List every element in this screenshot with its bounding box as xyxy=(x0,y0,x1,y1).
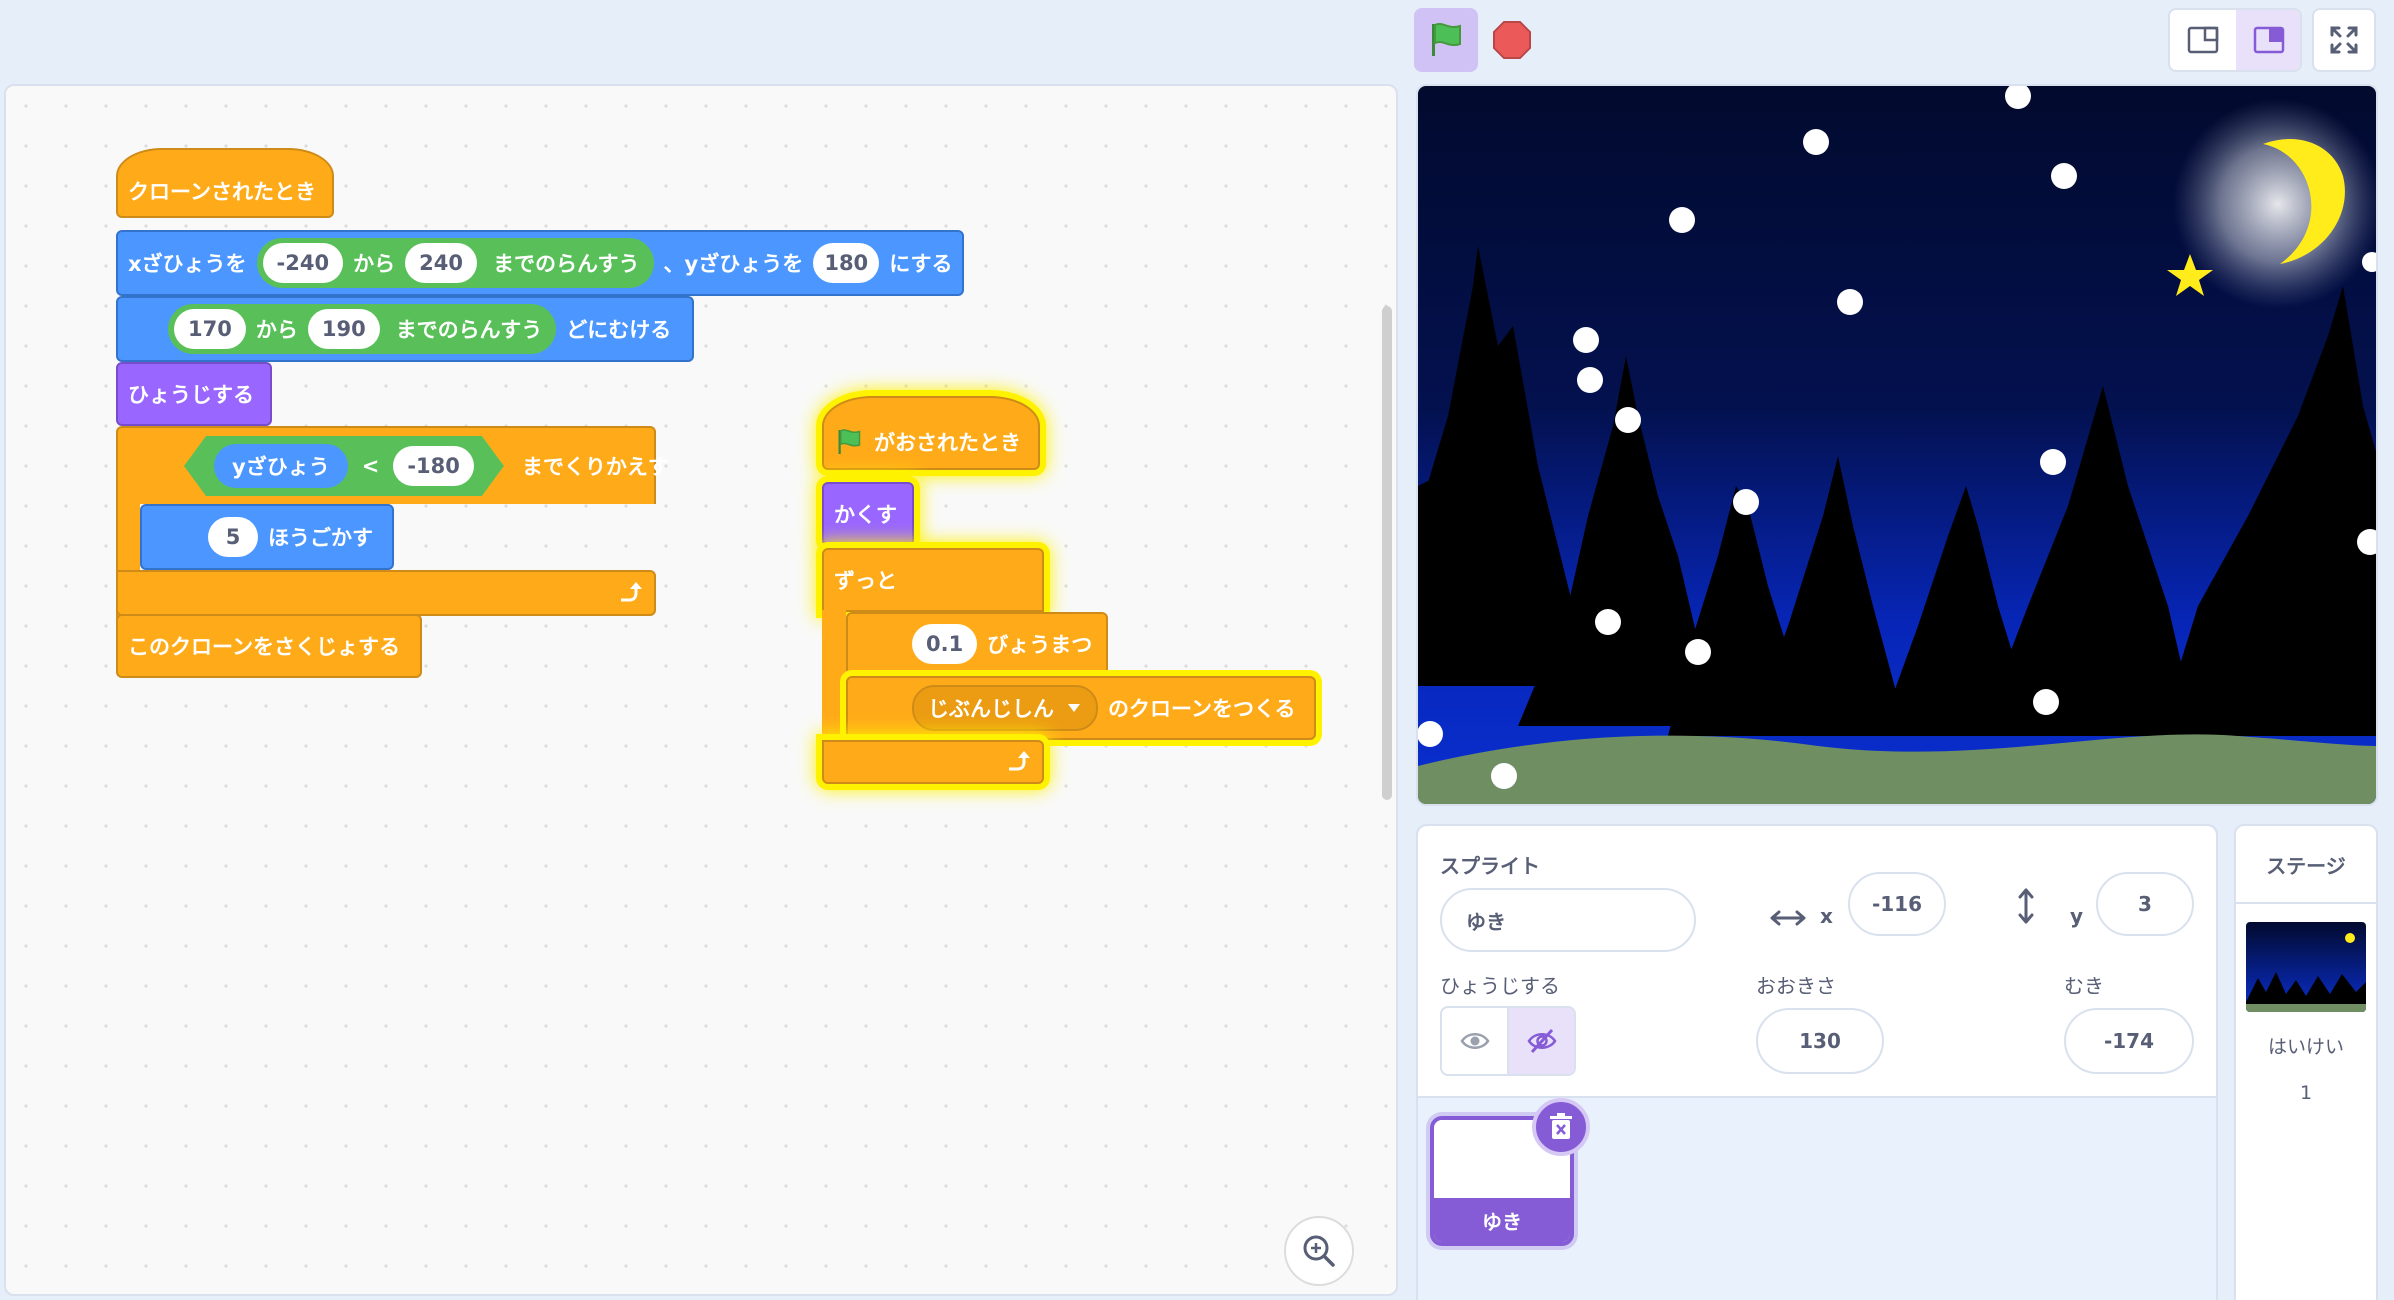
y-label: y xyxy=(2070,904,2084,928)
moon-glow xyxy=(2173,99,2376,309)
code-area-scrollbar[interactable] xyxy=(1382,306,1392,800)
forever-block[interactable]: ずっと xyxy=(822,548,1044,612)
hide-sprite-button[interactable] xyxy=(1507,1008,1574,1074)
backdrop-preview xyxy=(2246,933,2366,1012)
move-steps-block[interactable]: 5 ほうごかす xyxy=(140,504,394,570)
stage-panel-title: ステージ xyxy=(2266,854,2346,878)
stage-size-toggle xyxy=(2168,8,2302,72)
wait-seconds-input[interactable]: 0.1 xyxy=(912,624,978,664)
delete-this-clone-block[interactable]: このクローンをさくじょする xyxy=(116,614,422,678)
random-min-input[interactable]: -240 xyxy=(262,243,344,283)
stop-button[interactable] xyxy=(1486,14,1538,66)
show-block[interactable]: ひょうじする xyxy=(116,362,272,426)
show-label: ひょうじする xyxy=(1440,974,1560,998)
random-max-input[interactable]: 240 xyxy=(405,243,477,283)
green-flag-icon xyxy=(838,429,861,454)
direction-field[interactable]: -174 xyxy=(2064,1008,2194,1074)
small-stage-icon xyxy=(2187,26,2219,54)
direction-label: むき xyxy=(2064,974,2104,998)
x-position-field[interactable]: -116 xyxy=(1848,872,1946,936)
backdrop-label: はいけい xyxy=(2267,1036,2344,1058)
green-flag-button[interactable] xyxy=(1414,8,1478,72)
small-stage-button[interactable] xyxy=(2170,10,2236,70)
trash-icon xyxy=(1550,1113,1572,1139)
stage-canvas[interactable] xyxy=(1416,84,2378,806)
fullscreen-button[interactable] xyxy=(2312,8,2376,72)
limit-input[interactable]: -180 xyxy=(393,446,474,486)
x-label: x xyxy=(1820,904,1833,928)
code-area[interactable]: クローンされたとき xざひょうを -240 から 240 までのらんすう 、yざ… xyxy=(4,84,1398,1296)
forest-silhouette xyxy=(1418,246,2376,736)
point-in-direction-block[interactable]: 170 から 190 までのらんすう どにむける xyxy=(116,296,694,362)
sprite-pane: スプライト ゆき x -116 y 3 ひょうじする おおきさ 130 むき -… xyxy=(1416,824,2218,1300)
zoom-in-icon xyxy=(1303,1235,1335,1267)
direction-max-input[interactable]: 190 xyxy=(307,309,380,349)
ground-hill xyxy=(1418,734,2376,804)
when-flag-clicked-hat[interactable]: がおされたとき xyxy=(822,396,1040,470)
create-clone-block[interactable]: じぶんじしん のクローンをつくる xyxy=(846,676,1316,740)
size-field[interactable]: 130 xyxy=(1756,1008,1884,1074)
normal-stage-button[interactable] xyxy=(2236,10,2300,70)
direction-min-input[interactable]: 170 xyxy=(174,309,246,349)
repeat-until-footer xyxy=(116,570,656,616)
random-number-reporter[interactable]: -240 から 240 までのらんすう xyxy=(256,238,654,288)
when-clone-starts-hat[interactable]: クローンされたとき xyxy=(116,148,334,218)
condition-less-than[interactable]: yざひょう < -180 xyxy=(184,436,504,496)
backdrop-count: 1 xyxy=(2299,1082,2313,1104)
chevron-down-icon xyxy=(1068,704,1080,712)
sprite-name-field[interactable]: ゆき xyxy=(1440,888,1696,952)
stage-scene xyxy=(1418,86,2376,804)
visibility-toggle xyxy=(1440,1006,1576,1076)
eye-icon xyxy=(1459,1033,1490,1049)
delete-sprite-button[interactable] xyxy=(1532,1098,1590,1156)
sprite-info-panel: スプライト ゆき x -116 y 3 ひょうじする おおきさ 130 むき -… xyxy=(1418,826,2216,1098)
backdrop-thumbnail[interactable] xyxy=(2246,922,2366,1012)
y-position-reporter[interactable]: yざひょう xyxy=(214,444,348,488)
random-direction-reporter[interactable]: 170 から 190 までのらんすう xyxy=(168,304,557,354)
go-to-xy-block[interactable]: xざひょうを -240 から 240 までのらんすう 、yざひょうを 180 に… xyxy=(116,230,964,296)
green-flag-icon xyxy=(1432,23,1461,56)
stop-icon xyxy=(1493,21,1531,59)
steps-input[interactable]: 5 xyxy=(208,517,258,557)
zoom-in-button[interactable] xyxy=(1284,1216,1354,1286)
show-sprite-button[interactable] xyxy=(1442,1008,1507,1074)
y-position-field[interactable]: 3 xyxy=(2096,872,2194,936)
stage-panel-divider xyxy=(2236,902,2376,904)
x-arrows-icon xyxy=(1770,910,1806,926)
stage-selector-panel[interactable]: ステージ はいけい 1 xyxy=(2234,824,2378,1300)
repeat-until-block[interactable]: yざひょう < -180 までくりかえす xyxy=(116,426,669,504)
clone-target-dropdown[interactable]: じぶんじしん xyxy=(912,685,1098,731)
sprite-tile-label: ゆき xyxy=(1434,1198,1570,1242)
loop-arrow-icon xyxy=(1009,751,1030,771)
loop-arrow-icon xyxy=(621,582,642,602)
size-label: おおきさ xyxy=(1756,974,1836,998)
forever-arm xyxy=(822,610,846,756)
fullscreen-icon xyxy=(2330,26,2358,54)
y-input[interactable]: 180 xyxy=(813,243,880,283)
wait-seconds-block[interactable]: 0.1 びょうまつ xyxy=(846,612,1108,676)
forever-footer xyxy=(822,740,1044,784)
normal-stage-icon xyxy=(2253,26,2285,54)
sprite-label: スプライト xyxy=(1440,854,1540,878)
y-arrows-icon xyxy=(2018,888,2034,924)
eye-off-icon xyxy=(1526,1028,1557,1054)
hide-block[interactable]: かくす xyxy=(822,482,914,546)
